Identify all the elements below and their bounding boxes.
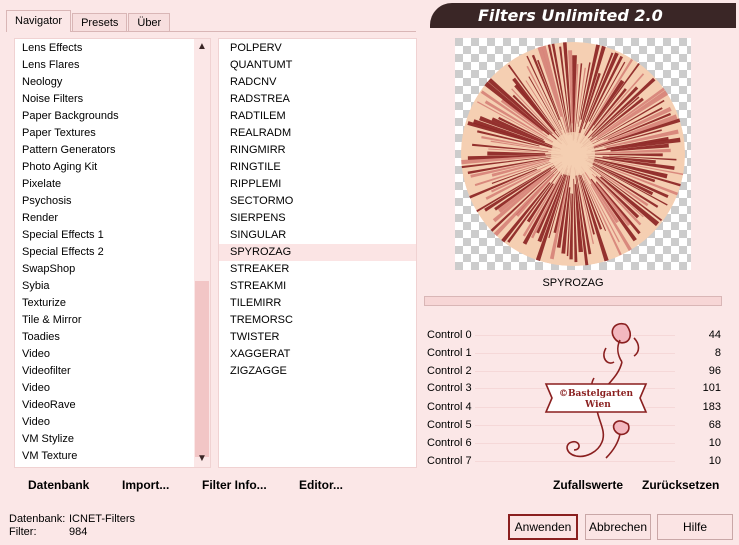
filter-item[interactable]: TREMORSC: [219, 312, 416, 329]
filter-item[interactable]: ZIGZAGGE: [219, 363, 416, 380]
control-value: 183: [702, 401, 721, 413]
reset-button[interactable]: Zurücksetzen: [642, 474, 719, 496]
filter-item[interactable]: RIPPLEMI: [219, 176, 416, 193]
control-value: 10: [708, 437, 721, 449]
control-label: Control 2: [427, 365, 472, 377]
filter-item[interactable]: SPYROZAG: [219, 244, 416, 261]
category-item[interactable]: Paper Textures: [15, 125, 195, 142]
tab-presets[interactable]: Presets: [72, 13, 128, 32]
category-scrollbar[interactable]: ▲ ▼: [194, 39, 210, 467]
category-item[interactable]: Paper Backgrounds: [15, 108, 195, 125]
filter-item[interactable]: QUANTUMT: [219, 57, 416, 74]
database-button[interactable]: Datenbank: [28, 474, 89, 496]
random-values-button[interactable]: Zufallswerte: [553, 474, 623, 496]
filter-item[interactable]: RADCNV: [219, 74, 416, 91]
category-item[interactable]: Videofilter: [15, 363, 195, 380]
control-label: Control 5: [427, 419, 472, 431]
filter-count-label: Filter:: [9, 526, 37, 538]
tab-bar: Navigator Presets Über: [6, 10, 171, 32]
category-item[interactable]: VM Stylize: [15, 431, 195, 448]
category-item[interactable]: SwapShop: [15, 261, 195, 278]
category-item[interactable]: Sybia: [15, 278, 195, 295]
category-item[interactable]: VideoRave: [15, 397, 195, 414]
status-area: Datenbank: ICNET-Filters Filter: 984: [9, 513, 135, 539]
filter-item[interactable]: TILEMIRR: [219, 295, 416, 312]
filter-item[interactable]: STREAKMI: [219, 278, 416, 295]
category-item[interactable]: Special Effects 1: [15, 227, 195, 244]
category-items: Lens Effects Lens Flares Neology Noise Filt…: [15, 40, 195, 465]
category-item[interactable]: Photo Aging Kit: [15, 159, 195, 176]
editor-button[interactable]: Editor...: [299, 474, 343, 496]
control-value: 101: [702, 382, 721, 394]
filter-item[interactable]: RADSTREA: [219, 91, 416, 108]
category-list[interactable]: Lens Effects Lens Flares Neology Noise Filt…: [14, 38, 211, 468]
category-item[interactable]: Tile & Mirror: [15, 312, 195, 329]
filter-item[interactable]: RADTILEM: [219, 108, 416, 125]
category-item[interactable]: Video: [15, 380, 195, 397]
database-status-value: ICNET-Filters: [69, 513, 135, 525]
logo-text-line2: Wien: [584, 400, 611, 410]
selected-filter-name: SPYROZAG: [423, 272, 723, 294]
category-item[interactable]: Toadies: [15, 329, 195, 346]
category-item[interactable]: Noise Filters: [15, 91, 195, 108]
category-item[interactable]: Special Effects 2: [15, 244, 195, 261]
control-label: Control 3: [427, 382, 472, 394]
database-status-label: Datenbank:: [9, 513, 66, 525]
category-item[interactable]: Pattern Generators: [15, 142, 195, 159]
import-button[interactable]: Import...: [122, 474, 169, 496]
help-button[interactable]: Hilfe: [657, 514, 733, 540]
control-label: Control 6: [427, 437, 472, 449]
filter-item[interactable]: SECTORMO: [219, 193, 416, 210]
filter-info-button[interactable]: Filter Info...: [202, 474, 267, 496]
logo-text-line1: ©Bastelgarten: [559, 389, 634, 399]
filter-item[interactable]: POLPERV: [219, 40, 416, 57]
preview-panel: [423, 36, 723, 270]
filter-item[interactable]: RINGTILE: [219, 159, 416, 176]
control-value: 96: [708, 365, 721, 377]
bottom-toolbar: Datenbank Import... Filter Info... Edito…: [14, 474, 417, 498]
tab-navigator[interactable]: Navigator: [6, 10, 72, 32]
control-value: 8: [714, 347, 721, 359]
category-item[interactable]: Video: [15, 346, 195, 363]
category-item[interactable]: VM Texture: [15, 448, 195, 465]
filter-item[interactable]: SIERPENS: [219, 210, 416, 227]
category-item[interactable]: Texturize: [15, 295, 195, 312]
category-item[interactable]: Pixelate: [15, 176, 195, 193]
filter-item[interactable]: TWISTER: [219, 329, 416, 346]
category-item[interactable]: Neology: [15, 74, 195, 91]
filter-item[interactable]: REALRADM: [219, 125, 416, 142]
cancel-button[interactable]: Abbrechen: [585, 514, 651, 540]
app-title-banner: Filters Unlimited 2.0: [430, 3, 736, 28]
filter-item[interactable]: STREAKER: [219, 261, 416, 278]
control-value: 68: [708, 419, 721, 431]
filter-count-value: 984: [69, 526, 88, 538]
apply-button[interactable]: Anwenden: [508, 514, 578, 540]
control-label: Control 0: [427, 329, 472, 341]
filter-item[interactable]: XAGGERAT: [219, 346, 416, 363]
scroll-down-icon[interactable]: ▼: [194, 451, 210, 467]
control-value: 44: [708, 329, 721, 341]
control-label: Control 1: [427, 347, 472, 359]
filter-list[interactable]: POLPERV QUANTUMT RADCNV RADSTREA RADTILEM REA…: [218, 38, 417, 468]
control-label: Control 4: [427, 401, 472, 413]
filter-item[interactable]: RINGMIRR: [219, 142, 416, 159]
preview-divider: [424, 296, 722, 306]
category-item[interactable]: Lens Flares: [15, 57, 195, 74]
filter-item[interactable]: SINGULAR: [219, 227, 416, 244]
preview-image: [455, 38, 691, 270]
category-item[interactable]: Lens Effects: [15, 40, 195, 57]
tab-about[interactable]: Über: [128, 13, 171, 32]
category-item[interactable]: Render: [15, 210, 195, 227]
watermark-logo: ©Bastelgarten Wien: [544, 322, 648, 459]
control-label: Control 7: [427, 455, 472, 467]
control-value: 10: [708, 455, 721, 467]
category-item[interactable]: Video: [15, 414, 195, 431]
scroll-thumb[interactable]: [195, 281, 209, 457]
scroll-up-icon[interactable]: ▲: [194, 39, 210, 55]
category-item[interactable]: Psychosis: [15, 193, 195, 210]
filter-items: POLPERV QUANTUMT RADCNV RADSTREA RADTILEM REA…: [219, 40, 416, 380]
